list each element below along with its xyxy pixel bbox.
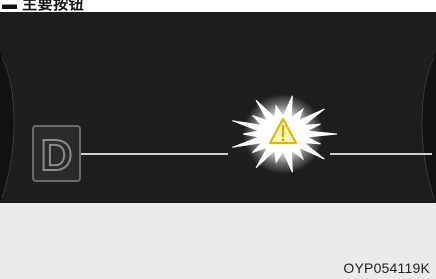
cluster-display: D [0, 12, 436, 203]
figure-id: OYP054119K [343, 260, 430, 276]
gear-indicator-letter: D [41, 131, 73, 180]
gear-indicator: D [32, 125, 81, 182]
figure: ▬ 主要按钮 D OYP054119K [0, 0, 436, 279]
